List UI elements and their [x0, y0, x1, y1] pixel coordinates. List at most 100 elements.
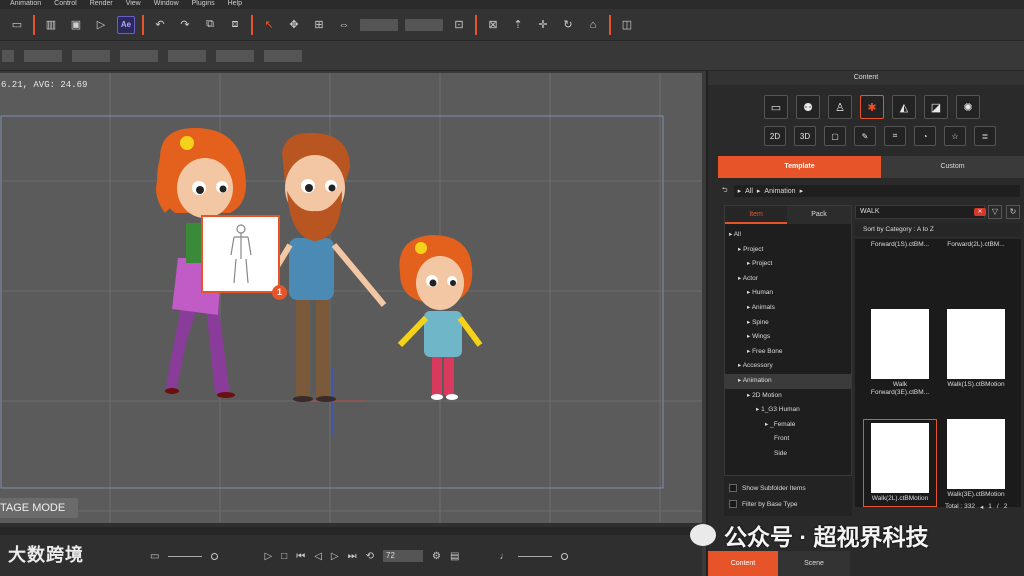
tree-node[interactable]: Front — [725, 432, 851, 447]
tree-node[interactable]: ▸ All — [725, 228, 851, 243]
motion-3d-icon[interactable]: 3D — [794, 126, 816, 146]
after-effects-icon[interactable]: Ae — [117, 15, 135, 34]
accessory-icon[interactable]: ♙ — [828, 95, 852, 119]
tab-pack[interactable]: Pack — [787, 206, 851, 224]
tab-content[interactable]: Content — [708, 551, 778, 576]
motion-card[interactable]: Walk Forward(3E).ctBM... — [863, 309, 937, 397]
camera-icon[interactable]: ⊡ — [450, 16, 468, 34]
tree-node[interactable]: ▸ 2D Motion — [725, 389, 851, 404]
link-icon[interactable]: ⇔ — [335, 16, 353, 34]
secondary-input[interactable] — [24, 49, 62, 62]
frame-input[interactable]: 72 — [383, 550, 423, 562]
motion-card[interactable]: Forward(1S).ctBM... — [863, 239, 937, 249]
tree-node[interactable]: ▸ Project — [725, 257, 851, 272]
filter-base-checkbox[interactable] — [729, 500, 737, 508]
paste-icon[interactable]: ⧈ — [226, 16, 244, 34]
secondary-input[interactable] — [72, 49, 110, 62]
volume-slider[interactable] — [518, 555, 553, 557]
undo-icon[interactable]: ↶ — [151, 16, 169, 34]
stop-icon[interactable]: □ — [281, 551, 287, 562]
speed-slider[interactable] — [168, 555, 203, 557]
tree-node[interactable]: Side — [725, 447, 851, 462]
stage-icon[interactable]: ◭ — [892, 95, 916, 119]
expression-icon[interactable]: ✎ — [854, 126, 876, 146]
animation-icon[interactable]: ✱ — [860, 95, 884, 119]
filter-icon[interactable]: ▽ — [988, 205, 1002, 219]
secondary-input[interactable] — [120, 49, 158, 62]
secondary-input[interactable] — [168, 49, 206, 62]
speed-slider-knob[interactable] — [211, 552, 219, 560]
rotate-icon[interactable]: ↻ — [559, 16, 577, 34]
volume-slider-knob[interactable] — [561, 552, 569, 560]
menu-view[interactable]: View — [126, 0, 141, 9]
copy-icon[interactable]: ⧉ — [201, 16, 219, 34]
tree-node[interactable]: ▸ Accessory — [725, 359, 851, 374]
move-up-icon[interactable]: ⇡ — [509, 16, 527, 34]
tree-node[interactable]: ▸ Project — [725, 243, 851, 258]
show-subfolder-checkbox[interactable] — [729, 484, 737, 492]
menu-plugins[interactable]: Plugins — [192, 0, 215, 9]
motion-2d-icon[interactable]: 2D — [764, 126, 786, 146]
toolbar-input[interactable] — [405, 18, 443, 31]
tree-node[interactable]: ▸ Free Bone — [725, 345, 851, 360]
tree-node[interactable]: ▸ Animation — [725, 373, 851, 389]
menu-help[interactable]: Help — [228, 0, 242, 9]
menu-control[interactable]: Control — [54, 0, 77, 9]
prev-frame-icon[interactable]: ◁ — [314, 551, 322, 562]
tree-node[interactable]: ▸ 1_G3 Human — [725, 403, 851, 418]
refresh-icon[interactable]: ↻ — [1006, 205, 1020, 219]
save-icon[interactable]: ▭ — [8, 16, 26, 34]
play-icon[interactable]: ▷ — [264, 551, 272, 562]
back-icon[interactable]: ⮌ — [722, 186, 728, 197]
first-frame-icon[interactable]: ⏮ — [296, 551, 305, 562]
tree-node[interactable]: ▸ Animals — [725, 301, 851, 316]
select-cursor-icon[interactable]: ↖ — [260, 16, 278, 34]
export-image-icon[interactable]: ▣ — [67, 16, 85, 34]
move-icon[interactable]: ✛ — [534, 16, 552, 34]
group-icon[interactable]: ⊞ — [310, 16, 328, 34]
loop-icon[interactable]: ⟲ — [366, 551, 374, 562]
next-frame-icon[interactable]: ▷ — [331, 551, 339, 562]
render-icon[interactable]: ▥ — [42, 16, 60, 34]
tree-node[interactable]: ▸ Actor — [725, 272, 851, 287]
stage-viewport[interactable]: 6.21, AVG: 24.69 1 TAGE MODE — [0, 73, 702, 523]
volume-icon[interactable]: ♩ — [499, 551, 509, 562]
redo-icon[interactable]: ↷ — [176, 16, 194, 34]
effect-icon[interactable]: ✺ — [956, 95, 980, 119]
breadcrumb-item[interactable]: All — [745, 188, 753, 195]
tree-node[interactable]: ▸ Spine — [725, 316, 851, 331]
menu-render[interactable]: Render — [90, 0, 113, 9]
tab-item[interactable]: Item — [725, 206, 787, 224]
last-frame-icon[interactable]: ⏭ — [348, 551, 357, 562]
mirror-icon[interactable]: ◫ — [618, 16, 636, 34]
timeline-track[interactable] — [0, 527, 702, 535]
secondary-input[interactable] — [216, 49, 254, 62]
favorite-icon[interactable]: ☆ — [944, 126, 966, 146]
search-input[interactable]: WALK — [855, 205, 985, 219]
bone-icon[interactable]: ⌗ — [884, 126, 906, 146]
transform-icon[interactable]: ✥ — [285, 16, 303, 34]
talk-icon[interactable]: ▢ — [824, 126, 846, 146]
tab-scene[interactable]: Scene — [778, 551, 850, 576]
speed-icon[interactable]: ▭ — [150, 551, 159, 562]
motion-card[interactable]: Walk(2L).ctBMotion — [863, 419, 937, 507]
actor-icon[interactable]: ⚉ — [796, 95, 820, 119]
breadcrumb-item[interactable]: Animation — [764, 188, 795, 195]
stage-mode-label[interactable]: TAGE MODE — [0, 498, 78, 518]
sort-dropdown[interactable]: Sort by Category : A to Z — [855, 223, 1021, 236]
tab-template[interactable]: Template — [718, 156, 881, 178]
timeline-icon[interactable]: ▤ — [450, 551, 459, 562]
prev-page-icon[interactable]: ◂ — [980, 503, 983, 511]
clear-search-icon[interactable]: ✕ — [974, 208, 986, 216]
folder-icon[interactable]: ▭ — [764, 95, 788, 119]
list-icon[interactable]: ≣ — [974, 126, 996, 146]
tab-custom[interactable]: Custom — [881, 156, 1024, 178]
menu-animation[interactable]: Animation — [10, 0, 41, 9]
settings-gear-icon[interactable]: ⚙ — [432, 551, 441, 562]
home-icon[interactable]: ⌂ — [584, 16, 602, 34]
export-video-icon[interactable]: ▷ — [92, 16, 110, 34]
secondary-input[interactable] — [264, 49, 302, 62]
morph-icon[interactable]: ◔ — [914, 126, 936, 146]
secondary-input[interactable] — [2, 49, 14, 62]
toolbar-input[interactable] — [360, 18, 398, 31]
